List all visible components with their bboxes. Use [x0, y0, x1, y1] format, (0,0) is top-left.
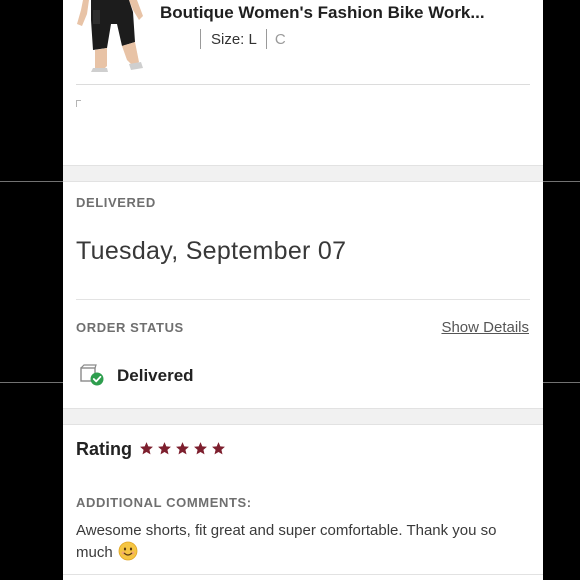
comment-body: Awesome shorts, fit great and super comf… [76, 522, 497, 561]
star-icon [176, 442, 189, 455]
star-icon [140, 442, 153, 455]
attribute-divider [200, 29, 201, 49]
section-separator [63, 165, 543, 182]
star-icon [158, 442, 171, 455]
divider [63, 574, 543, 575]
size-value: Size: L [211, 30, 257, 48]
bike-shorts-product-image [77, 0, 143, 72]
delivery-date: Tuesday, September 07 [76, 237, 347, 265]
additional-comments-label: ADDITIONAL COMMENTS: [76, 495, 252, 510]
divider [76, 84, 530, 85]
order-details-panel: Boutique Women's Fashion Bike Work... Si… [63, 0, 543, 580]
delivered-section-label: DELIVERED [76, 195, 156, 210]
product-attributes: Size: L C [200, 29, 291, 49]
color-value-partial: C [274, 30, 287, 48]
attribute-divider [265, 29, 267, 49]
rating-stars [139, 441, 226, 456]
star-icon [194, 442, 207, 455]
star-icon [212, 442, 225, 455]
section-separator [63, 408, 543, 425]
order-status-label: ORDER STATUS [76, 320, 184, 335]
faded-mark-icon [76, 100, 81, 107]
product-title: Boutique Women's Fashion Bike Work... [160, 3, 485, 22]
faded-row [76, 98, 530, 118]
smiling-face-emoji-icon [118, 541, 138, 567]
rating-label: Rating [76, 439, 132, 459]
additional-comments-text: Awesome shorts, fit great and super comf… [76, 520, 526, 567]
divider [76, 299, 530, 300]
delivered-box-check-icon [80, 364, 104, 386]
order-status-value: Delivered [117, 366, 194, 385]
show-details-link[interactable]: Show Details [441, 319, 529, 336]
